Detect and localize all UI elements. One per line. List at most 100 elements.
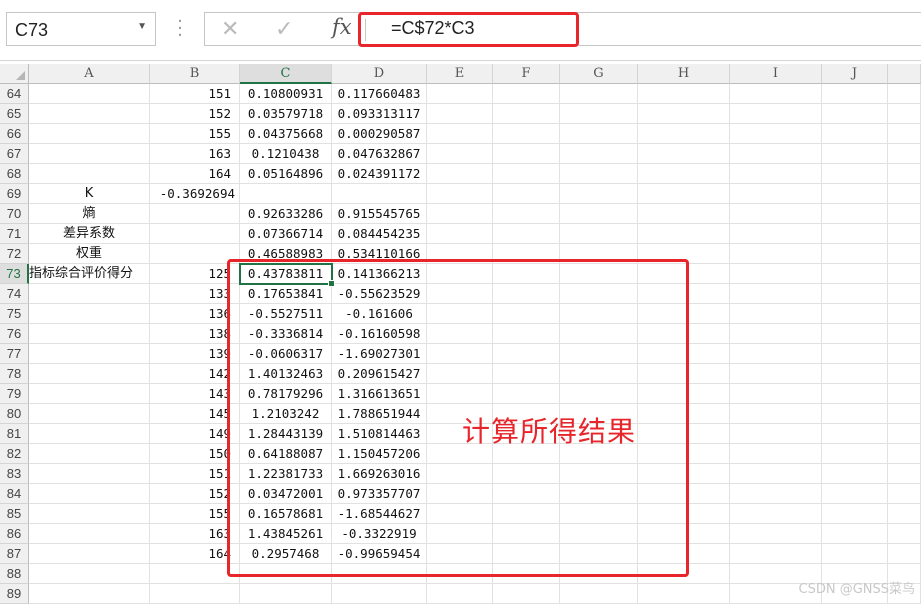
cell-j65[interactable] [822,104,888,124]
cell-i64[interactable] [730,84,822,104]
cell-blank[interactable] [888,84,921,104]
cell-blank[interactable] [888,484,921,504]
cell-blank[interactable] [888,284,921,304]
cell-i76[interactable] [730,324,822,344]
cell-e69[interactable] [427,184,493,204]
column-header-e[interactable]: E [427,64,493,84]
cell-d66[interactable]: 0.000290587 [332,124,427,144]
cell-blank[interactable] [888,204,921,224]
cell-f71[interactable] [493,224,560,244]
row-header[interactable]: 72 [0,244,29,264]
column-header-a[interactable]: A [29,64,150,84]
cell-h89[interactable] [638,584,730,604]
cell-e67[interactable] [427,144,493,164]
cell-blank[interactable] [888,304,921,324]
cell-c89[interactable] [240,584,332,604]
row-header[interactable]: 89 [0,584,29,604]
cell-i86[interactable] [730,524,822,544]
cell-d64[interactable]: 0.117660483 [332,84,427,104]
cell-blank[interactable] [888,164,921,184]
cell-g71[interactable] [560,224,638,244]
row-header[interactable]: 81 [0,424,29,444]
cell-h70[interactable] [638,204,730,224]
cell-b71[interactable] [150,224,240,244]
cell-j86[interactable] [822,524,888,544]
cell-i78[interactable] [730,364,822,384]
cell-i70[interactable] [730,204,822,224]
cell-b66[interactable]: 155 [150,124,240,144]
cell-c69[interactable] [240,184,332,204]
cell-blank[interactable] [888,464,921,484]
cell-a85[interactable] [29,504,150,524]
cell-a88[interactable] [29,564,150,584]
cell-g89[interactable] [560,584,638,604]
row-header[interactable]: 73 [0,264,29,284]
cell-i75[interactable] [730,304,822,324]
cell-a78[interactable] [29,364,150,384]
cell-h69[interactable] [638,184,730,204]
row-header[interactable]: 76 [0,324,29,344]
cell-j69[interactable] [822,184,888,204]
cell-i82[interactable] [730,444,822,464]
row-header[interactable]: 83 [0,464,29,484]
cell-a69[interactable]: K [29,184,150,204]
cell-a72[interactable]: 权重 [29,244,150,264]
cell-i84[interactable] [730,484,822,504]
cell-b89[interactable] [150,584,240,604]
cell-i67[interactable] [730,144,822,164]
column-header-h[interactable]: H [638,64,730,84]
cell-h67[interactable] [638,144,730,164]
row-header[interactable]: 67 [0,144,29,164]
cell-h65[interactable] [638,104,730,124]
row-header[interactable]: 74 [0,284,29,304]
cell-j75[interactable] [822,304,888,324]
cell-h68[interactable] [638,164,730,184]
cell-b70[interactable] [150,204,240,224]
cell-b67[interactable]: 163 [150,144,240,164]
cell-blank[interactable] [888,384,921,404]
row-header[interactable]: 79 [0,384,29,404]
cell-blank[interactable] [888,264,921,284]
cell-d69[interactable] [332,184,427,204]
cell-blank[interactable] [888,244,921,264]
cell-blank[interactable] [888,444,921,464]
cell-j85[interactable] [822,504,888,524]
cell-b65[interactable]: 152 [150,104,240,124]
column-header-g[interactable]: G [560,64,638,84]
cell-j73[interactable] [822,264,888,284]
cell-blank[interactable] [888,124,921,144]
cell-h64[interactable] [638,84,730,104]
row-header[interactable]: 65 [0,104,29,124]
cell-blank[interactable] [888,404,921,424]
cell-i79[interactable] [730,384,822,404]
cell-e70[interactable] [427,204,493,224]
cell-a65[interactable] [29,104,150,124]
cell-f67[interactable] [493,144,560,164]
cell-g70[interactable] [560,204,638,224]
cell-h71[interactable] [638,224,730,244]
cell-c71[interactable]: 0.07366714 [240,224,332,244]
cell-g68[interactable] [560,164,638,184]
column-header-i[interactable]: I [730,64,822,84]
cell-f70[interactable] [493,204,560,224]
cell-a89[interactable] [29,584,150,604]
cell-a75[interactable] [29,304,150,324]
cell-b68[interactable]: 164 [150,164,240,184]
row-header[interactable]: 85 [0,504,29,524]
cell-j76[interactable] [822,324,888,344]
cell-a71[interactable]: 差异系数 [29,224,150,244]
row-header[interactable]: 75 [0,304,29,324]
cell-a64[interactable] [29,84,150,104]
cell-i77[interactable] [730,344,822,364]
column-header-j[interactable]: J [822,64,888,84]
cell-j74[interactable] [822,284,888,304]
row-header[interactable]: 86 [0,524,29,544]
cell-j80[interactable] [822,404,888,424]
row-header[interactable]: 87 [0,544,29,564]
cell-a66[interactable] [29,124,150,144]
cell-g65[interactable] [560,104,638,124]
cell-a70[interactable]: 熵 [29,204,150,224]
cell-i66[interactable] [730,124,822,144]
row-header[interactable]: 88 [0,564,29,584]
cell-a68[interactable] [29,164,150,184]
